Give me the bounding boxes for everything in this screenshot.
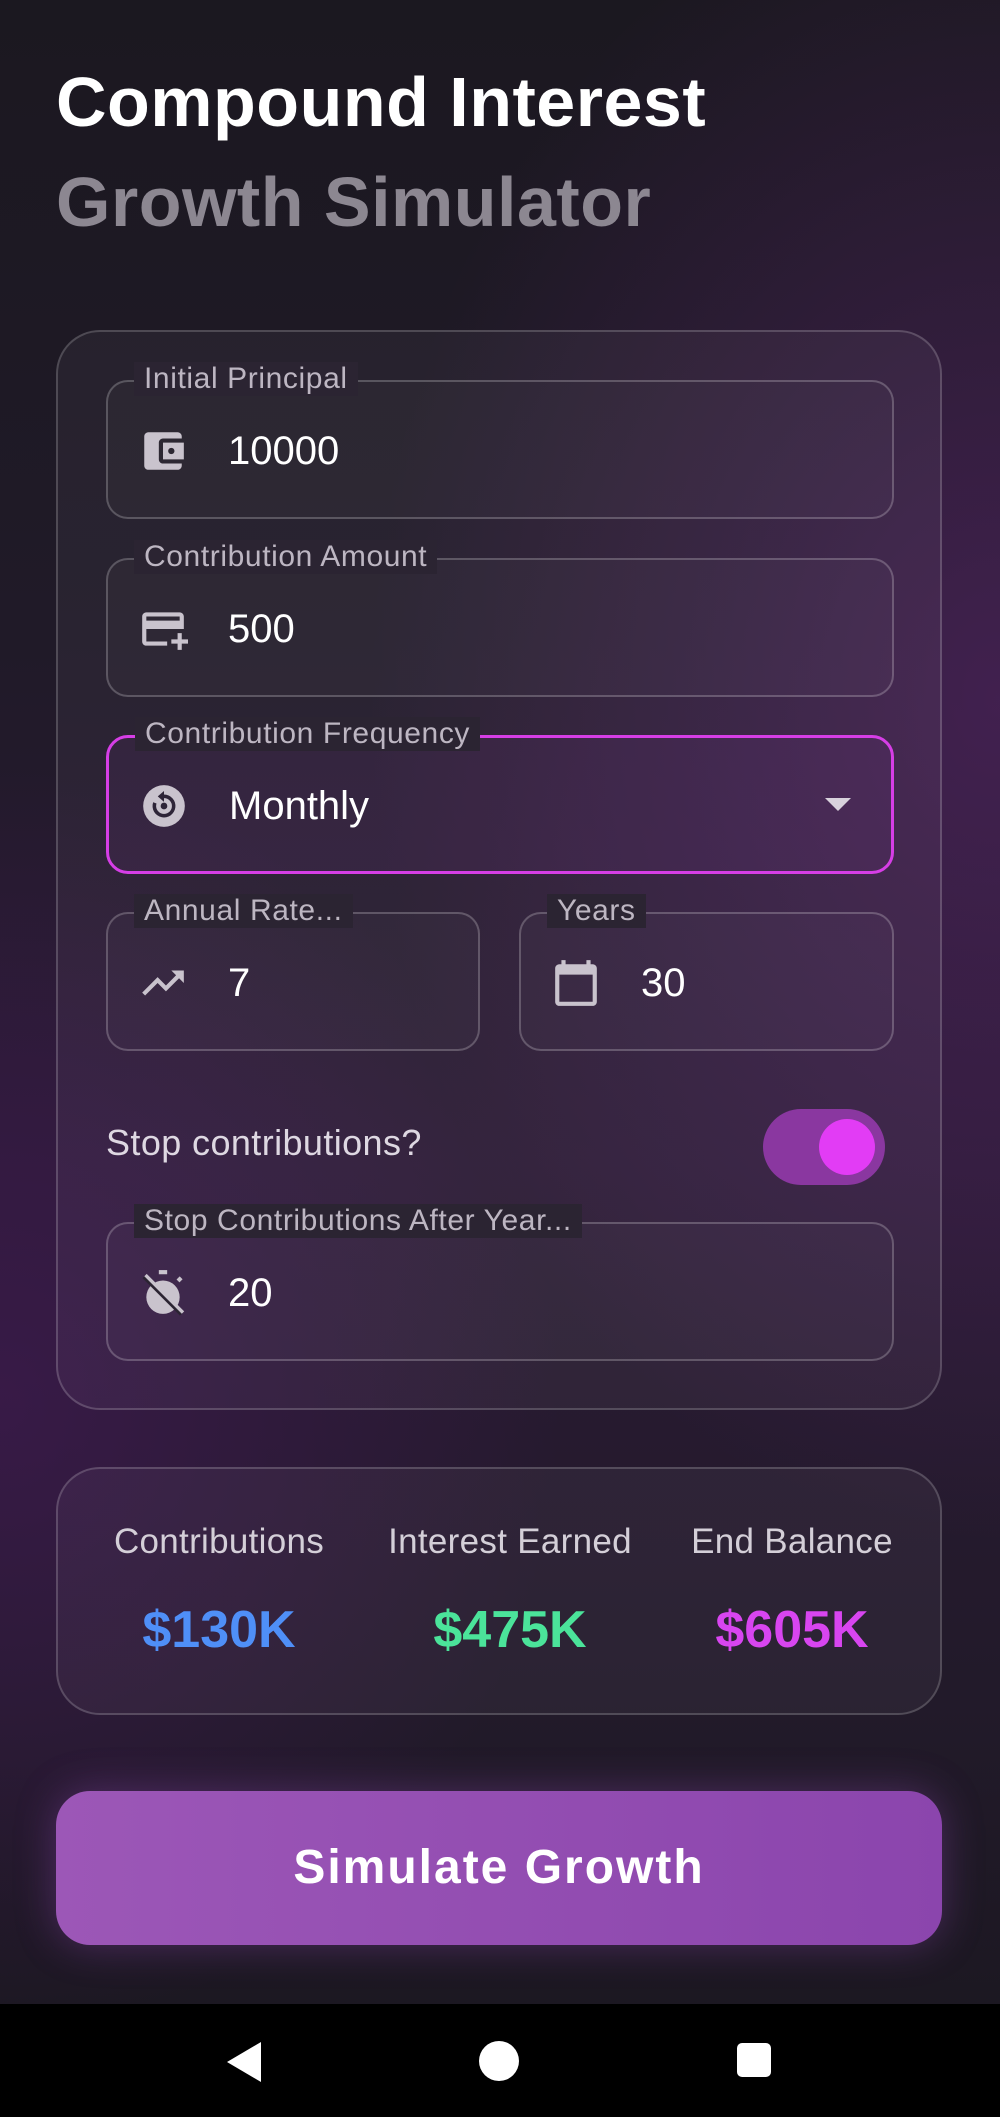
home-icon[interactable] xyxy=(479,2041,519,2081)
contribution-frequency-dropdown[interactable]: Contribution Frequency Monthly xyxy=(106,717,894,874)
stop-after-year-value: 20 xyxy=(228,1271,273,1315)
years-label: Years xyxy=(547,894,646,928)
timer-off-icon xyxy=(142,1270,185,1316)
interest-earned-value: $475K xyxy=(433,1601,587,1659)
simulate-growth-button[interactable]: Simulate Growth xyxy=(56,1791,942,1945)
contributions-value: $130K xyxy=(142,1601,296,1659)
interest-earned-stat: Interest Earned $475K xyxy=(365,1522,655,1660)
history-icon xyxy=(143,785,185,827)
system-navigation-bar xyxy=(0,2004,1000,2117)
contribution-amount-field[interactable]: Contribution Amount 500 xyxy=(106,540,894,697)
contributions-label: Contributions xyxy=(113,1522,325,1561)
years-value: 30 xyxy=(641,961,686,1005)
interest-earned-label: Interest Earned xyxy=(388,1522,632,1561)
stop-after-year-field[interactable]: Stop Contributions After Year... 20 xyxy=(106,1204,894,1361)
initial-principal-value: 10000 xyxy=(228,429,340,473)
contributions-stat: Contributions $130K xyxy=(74,1522,364,1660)
stop-contributions-switch[interactable] xyxy=(763,1109,885,1185)
calendar-icon xyxy=(555,960,597,1006)
end-balance-value: $605K xyxy=(715,1601,869,1659)
page-subtitle: Growth Simulator xyxy=(56,163,652,241)
stop-contributions-label: Stop contributions? xyxy=(106,1122,422,1163)
end-balance-stat: End Balance $605K xyxy=(647,1522,937,1660)
back-icon[interactable] xyxy=(227,2042,261,2082)
trending-up-icon xyxy=(142,970,184,996)
contribution-frequency-value: Monthly xyxy=(229,784,370,828)
contribution-amount-value: 500 xyxy=(228,607,295,651)
switch-knob xyxy=(819,1119,875,1175)
recent-apps-icon[interactable] xyxy=(737,2043,771,2077)
contribution-amount-label: Contribution Amount xyxy=(134,540,438,574)
annual-rate-label: Annual Rate... xyxy=(134,894,353,928)
chevron-down-icon xyxy=(825,798,851,811)
initial-principal-label: Initial Principal xyxy=(134,362,358,396)
annual-rate-value: 7 xyxy=(228,961,251,1005)
contribution-frequency-label: Contribution Frequency xyxy=(135,717,481,751)
years-field[interactable]: Years 30 xyxy=(519,894,894,1051)
initial-principal-field[interactable]: Initial Principal 10000 xyxy=(106,362,894,519)
stop-after-year-label: Stop Contributions After Year... xyxy=(134,1204,582,1238)
annual-rate-field[interactable]: Annual Rate... 7 xyxy=(106,894,480,1051)
wallet-icon xyxy=(144,432,184,470)
end-balance-label: End Balance xyxy=(691,1522,893,1561)
page-title: Compound Interest xyxy=(56,63,707,141)
add-card-icon xyxy=(142,612,188,650)
